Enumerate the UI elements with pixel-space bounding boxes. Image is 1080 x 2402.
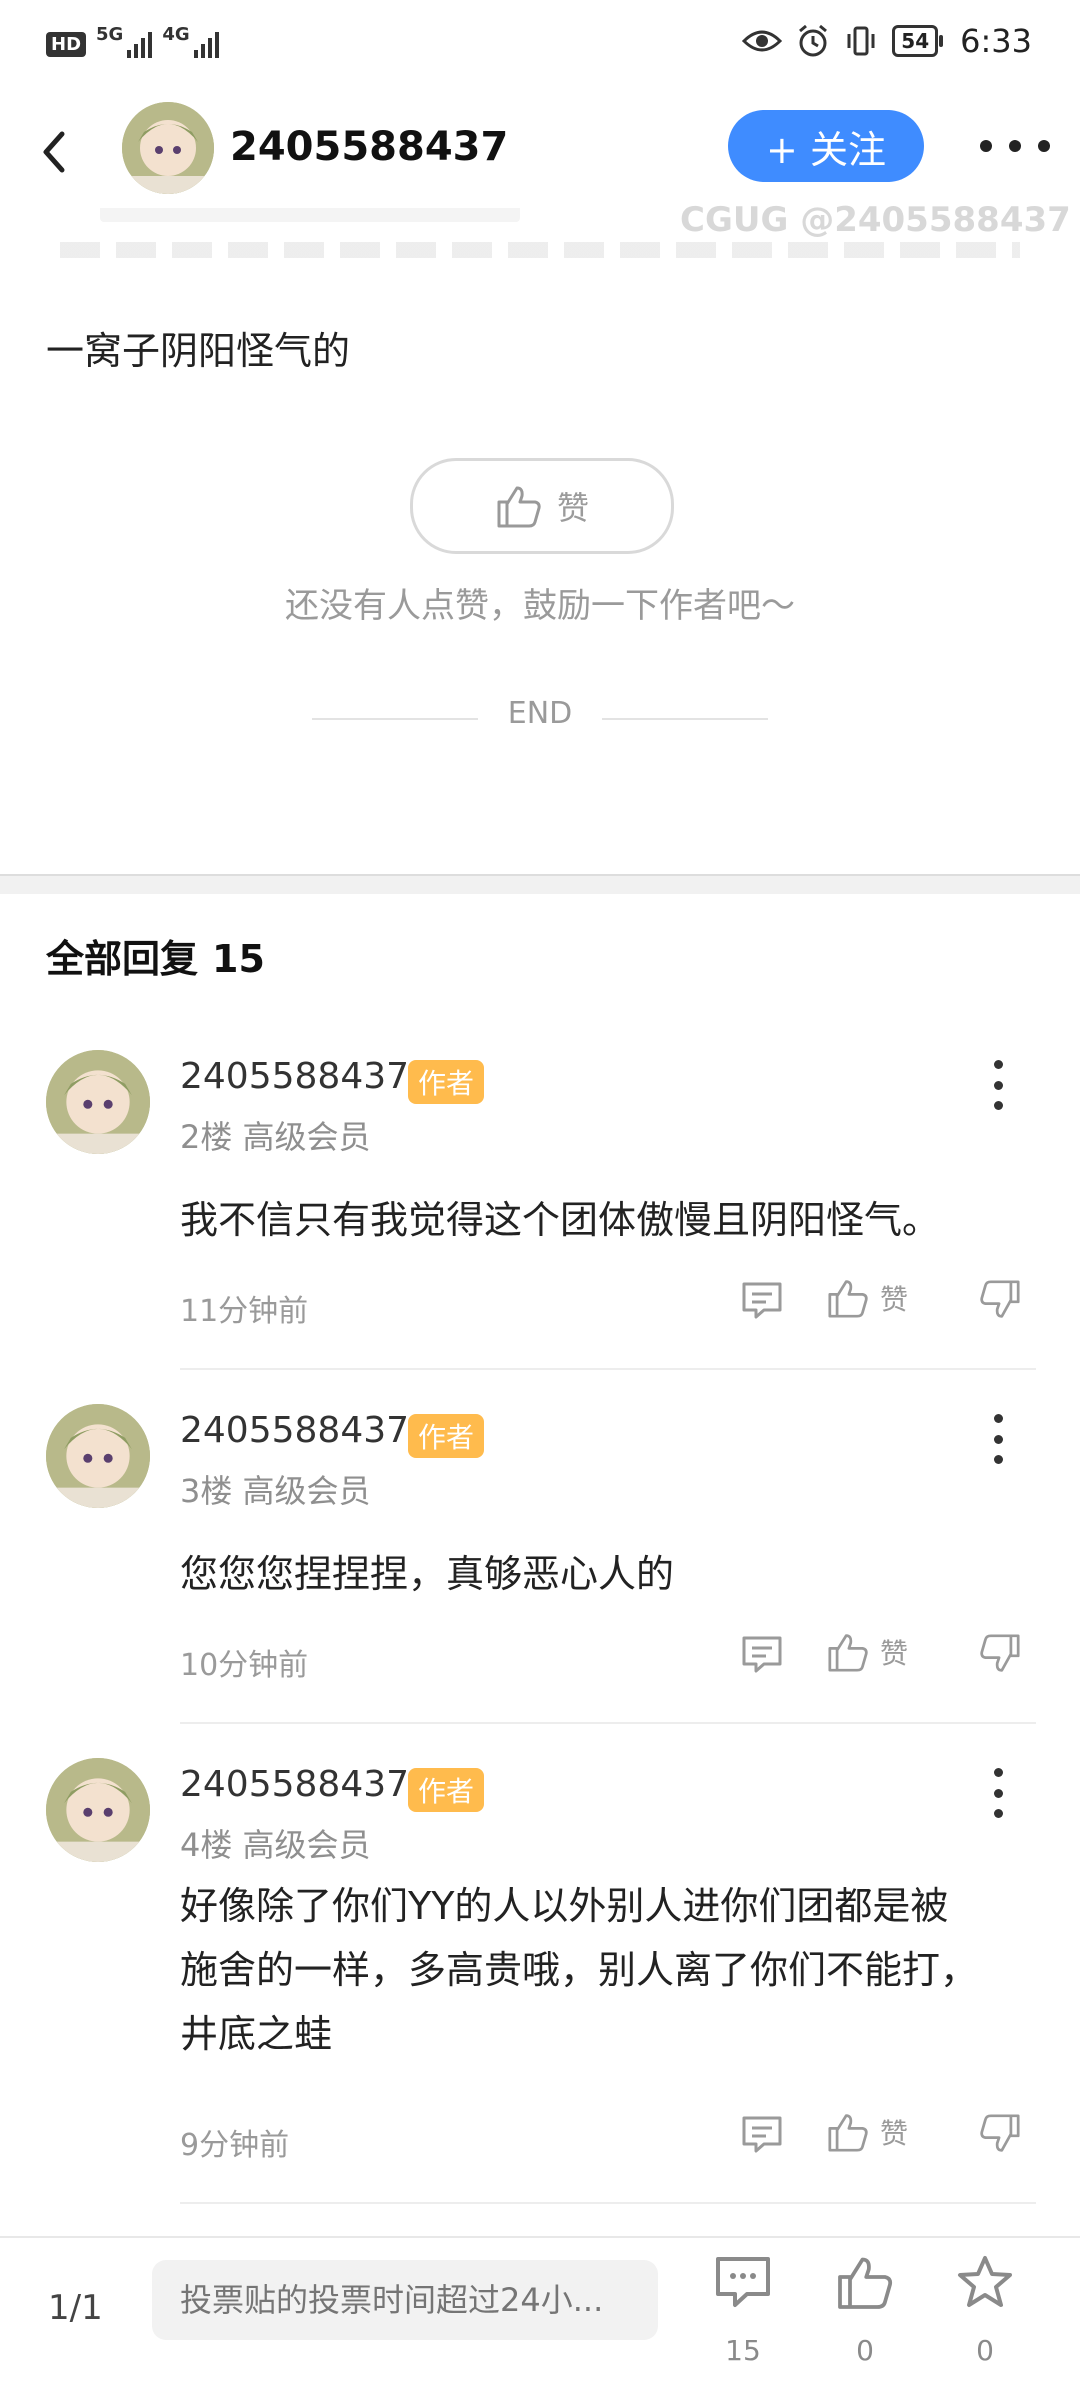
comment-text: 您您您捏捏捏，真够恶心人的 xyxy=(180,1552,675,1596)
comments-button[interactable] xyxy=(708,2254,778,2314)
avatar[interactable] xyxy=(46,1758,150,1862)
follow-button[interactable]: + 关注 xyxy=(728,110,924,182)
image-watermark: CGUG @2405588437 xyxy=(680,200,1071,240)
end-label: END xyxy=(507,696,573,731)
favorites-count: 0 xyxy=(976,2334,994,2367)
replies-heading: 全部回复 15 xyxy=(46,928,265,983)
battery-icon: 54 xyxy=(892,25,943,57)
like-label: 赞 xyxy=(556,489,589,527)
likes-count: 0 xyxy=(856,2334,874,2367)
comment-author[interactable]: 2405588437 xyxy=(180,1410,409,1451)
thumbs-up-icon xyxy=(497,486,541,528)
avatar-illustration xyxy=(46,1758,150,1862)
favorite-button[interactable] xyxy=(950,2254,1020,2314)
more-icon[interactable] xyxy=(990,1060,1006,1110)
replies-count: 15 xyxy=(212,937,265,981)
author-badge: 作者 xyxy=(408,1768,485,1812)
comment-icon xyxy=(742,1636,782,1673)
vibrate-icon xyxy=(847,26,875,56)
comment-text-line: 施舍的一样，多高贵哦，别人离了你们不能打， xyxy=(180,1948,979,1992)
network-4g-label: 4G xyxy=(162,23,190,45)
back-arrow-icon[interactable] xyxy=(34,126,74,178)
like-button[interactable] xyxy=(830,2254,900,2314)
thumbs-up-icon xyxy=(828,1280,868,1318)
section-divider xyxy=(0,874,1080,894)
status-bar: HD 5G 4G 54 6:33 xyxy=(0,0,1080,96)
comment-time: 9分钟前 xyxy=(180,2128,290,2163)
comment-floor: 4楼 高级会员 xyxy=(180,1826,371,1864)
page-title: 2405588437 xyxy=(230,124,509,170)
like-button[interactable]: 赞 xyxy=(826,1632,908,1672)
comment-text-line: 井底之蛙 xyxy=(180,2012,333,2056)
reply-button[interactable] xyxy=(740,1634,784,1674)
dislike-button[interactable] xyxy=(978,1280,1022,1320)
author-badge: 作者 xyxy=(408,1414,485,1458)
author-badge: 作者 xyxy=(408,1060,485,1104)
comment-icon xyxy=(742,1282,782,1319)
avatar-illustration xyxy=(46,1404,150,1508)
like-button[interactable]: 赞 xyxy=(826,1278,908,1318)
thumbs-down-icon xyxy=(980,1634,1020,1672)
divider xyxy=(180,2202,1036,2204)
more-icon[interactable] xyxy=(990,1768,1006,1818)
status-time: 6:33 xyxy=(960,22,1032,60)
comment-author[interactable]: 2405588437 xyxy=(180,1056,409,1097)
star-icon xyxy=(958,2256,1012,2307)
hd-indicator: HD xyxy=(46,31,87,57)
eye-icon xyxy=(742,30,783,52)
thumbs-up-icon xyxy=(838,2257,893,2309)
page-indicator[interactable]: 1/1 xyxy=(48,2288,103,2328)
thumbs-down-icon xyxy=(980,1280,1020,1318)
like-button[interactable]: 赞 xyxy=(826,2112,908,2152)
thumbs-up-icon xyxy=(828,2114,868,2152)
reply-input[interactable] xyxy=(152,2260,658,2340)
status-left: HD 5G 4G xyxy=(46,24,219,58)
more-icon[interactable] xyxy=(990,1414,1006,1464)
dislike-button[interactable] xyxy=(978,1634,1022,1674)
comment-author[interactable]: 2405588437 xyxy=(180,1764,409,1805)
top-app-bar: 2405588437 + 关注 xyxy=(0,96,1080,208)
divider xyxy=(602,718,768,720)
header-avatar[interactable] xyxy=(122,102,214,194)
comment-icon xyxy=(742,2116,782,2153)
like-button[interactable]: 赞 xyxy=(410,458,674,554)
status-right: 54 6:33 xyxy=(742,22,1032,60)
comments-count: 15 xyxy=(725,2334,761,2367)
replies-heading-label: 全部回复 xyxy=(46,937,199,981)
like-label: 赞 xyxy=(880,1637,909,1670)
comment-text: 我不信只有我觉得这个团体傲慢且阴阳怪气。 xyxy=(180,1198,941,1242)
comment-text-line: 好像除了你们YY的人以外别人进你们团都是被 xyxy=(180,1884,949,1928)
alarm-icon xyxy=(799,24,828,57)
divider xyxy=(180,1368,1036,1370)
comment-time: 11分钟前 xyxy=(180,1294,309,1329)
comment-icon xyxy=(716,2257,770,2307)
comment-text: 好像除了你们YY的人以外别人进你们团都是被 施舍的一样，多高贵哦，别人离了你们不… xyxy=(180,1874,1040,2066)
like-label: 赞 xyxy=(880,2117,909,2150)
avatar[interactable] xyxy=(46,1050,150,1154)
thumbs-up-icon xyxy=(828,1634,868,1672)
bottom-bar: 1/1 15 0 0 xyxy=(0,2236,1080,2402)
more-icon[interactable] xyxy=(980,126,1050,166)
like-hint: 还没有人点赞，鼓励一下作者吧～ xyxy=(285,586,795,626)
like-label: 赞 xyxy=(880,1283,909,1316)
comment-time: 10分钟前 xyxy=(180,1648,309,1683)
avatar-illustration xyxy=(46,1050,150,1154)
comment-floor: 2楼 高级会员 xyxy=(180,1118,371,1156)
dislike-button[interactable] xyxy=(978,2114,1022,2154)
avatar[interactable] xyxy=(46,1404,150,1508)
avatar-illustration xyxy=(122,102,214,194)
divider xyxy=(180,1722,1036,1724)
post-text: 一窝子阴阳怪气的 xyxy=(46,329,351,373)
reply-button[interactable] xyxy=(740,1280,784,1320)
comment-floor: 3楼 高级会员 xyxy=(180,1472,371,1510)
signal-icon xyxy=(127,30,153,58)
signal-icon xyxy=(193,30,219,58)
reply-button[interactable] xyxy=(740,2114,784,2154)
network-5g-label: 5G xyxy=(96,23,124,45)
thumbs-down-icon xyxy=(980,2114,1020,2152)
